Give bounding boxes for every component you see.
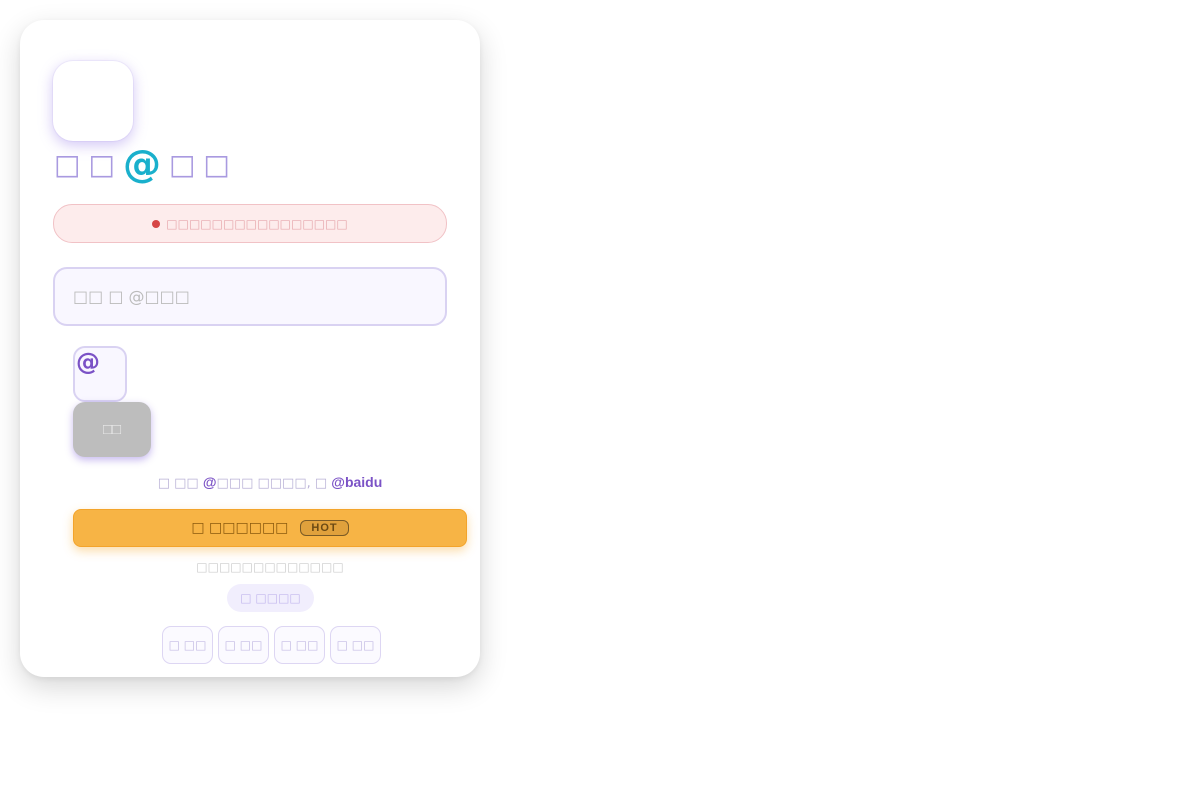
username-input[interactable] (53, 267, 447, 326)
nav-button-4[interactable]: □ □□ (330, 626, 381, 664)
hot-badge: HOT (300, 520, 349, 536)
pill-button[interactable]: □ □□□□ (227, 584, 314, 612)
suffix-field[interactable]: @ (73, 346, 127, 402)
hint-text: □ □□ @□□□ □□□□, □ @baidu (20, 474, 520, 491)
title-char: □ (88, 147, 115, 181)
hint-highlight-baidu: @baidu (331, 474, 383, 490)
title-char: □ (54, 147, 81, 181)
at-sign-label: @ (76, 348, 100, 376)
app-logo-icon (53, 61, 133, 141)
secondary-text: □□□□□□□□□□□□□ (196, 560, 344, 574)
title-char: □ (203, 147, 230, 181)
login-card: □ □ @ □ □ □□□□□□□□□□□□□□□□ □□ □ @□□□ @ □… (20, 20, 480, 677)
page-title: □ □ @ □ □ (54, 142, 230, 186)
submit-button[interactable]: □□ (73, 402, 151, 457)
alert-text: □□□□□□□□□□□□□□□□ (166, 216, 348, 231)
promo-button[interactable]: □ □□□□□□ HOT (73, 509, 467, 547)
nav-button-3[interactable]: □ □□ (274, 626, 325, 664)
status-alert: □□□□□□□□□□□□□□□□ (53, 204, 447, 243)
promo-button-label: □ □□□□□□ (191, 520, 289, 536)
title-at-sign: @ (122, 142, 161, 186)
status-dot-icon (152, 219, 161, 228)
hint-highlight-at: @ (202, 474, 217, 490)
nav-button-1[interactable]: □ □□ (162, 626, 213, 664)
hint-prefix: □ □□ (157, 476, 203, 491)
hint-middle: □□□ □□□□, □ (216, 476, 332, 491)
nav-button-2[interactable]: □ □□ (218, 626, 269, 664)
bottom-nav: □ □□ □ □□ □ □□ □ □□ (162, 626, 381, 664)
title-char: □ (168, 147, 196, 181)
